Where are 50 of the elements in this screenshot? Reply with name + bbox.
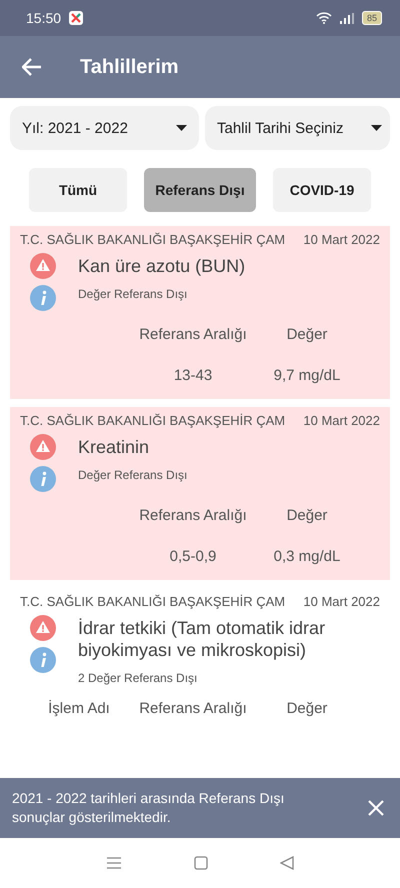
result-date: 10 Mart 2022 [303, 594, 380, 609]
filter-tab[interactable]: COVID-19 [273, 168, 371, 212]
warning-icon [30, 253, 56, 279]
info-icon[interactable] [30, 466, 56, 492]
screen-title: Tahlillerim [80, 56, 179, 78]
result-date: 10 Mart 2022 [303, 413, 380, 428]
back-arrow-icon[interactable] [22, 58, 42, 76]
clock: 15:50 [26, 10, 62, 26]
result-date: 10 Mart 2022 [303, 232, 380, 247]
out-of-range-note: Değer Referans Dışı [78, 287, 188, 301]
institution-name: T.C. SAĞLIK BAKANLIĞI BAŞAKŞEHİR ÇAM [20, 594, 286, 609]
column-header: Referans Aralığı [138, 325, 248, 344]
institution-name: T.C. SAĞLIK BAKANLIĞI BAŞAKŞEHİR ÇAM [20, 413, 286, 428]
test-name: İdrar tetkiki (Tam otomatik idrar biyokimyası ve mikroskopisi) [78, 617, 326, 661]
info-icon[interactable] [30, 647, 56, 673]
dropdown[interactable]: Tahlil Tarihi Seçiniz [205, 106, 390, 150]
caret-icon [371, 125, 382, 131]
close-icon[interactable] [368, 800, 384, 816]
column-header: Referans Aralığı [138, 506, 248, 525]
out-of-range-note: 2 Değer Referans Dışı [78, 671, 198, 685]
column-header: Referans Aralığı [138, 699, 248, 718]
filter-tab[interactable]: Tümü [29, 168, 127, 212]
column-header: İşlem Adı [47, 699, 111, 718]
dropdown[interactable]: Yıl: 2021 - 2022 [10, 106, 199, 150]
warning-icon [30, 434, 56, 460]
result-value: 9,7 mg/dL [272, 366, 342, 385]
column-header: Değer [286, 325, 328, 344]
column-header: Değer [286, 506, 328, 525]
result-value: 0,3 mg/dL [272, 547, 342, 566]
test-name: Kan üre azotu (BUN) [78, 255, 246, 277]
out-of-range-note: Değer Referans Dışı [78, 468, 188, 482]
battery-level: 85 [362, 11, 382, 25]
result-card[interactable]: T.C. SAĞLIK BAKANLIĞI BAŞAKŞEHİR ÇAM 10 Mart 2022 Kreatinin Değer Referans Dışı Referans Aralığı Değer 0,5-0,9 0,3 mg/dL [10, 407, 390, 580]
app-icon [69, 11, 84, 25]
reference-range: 13-43 [172, 366, 214, 385]
menu-icon[interactable] [106, 856, 122, 870]
reference-range: 0,5-0,9 [168, 547, 218, 566]
institution-name: T.C. SAĞLIK BAKANLIĞI BAŞAKŞEHİR ÇAM [20, 232, 286, 247]
result-card[interactable]: T.C. SAĞLIK BAKANLIĞI BAŞAKŞEHİR ÇAM 10 Mart 2022 Kan üre azotu (BUN) Değer Referans Dışı Referans Aralığı Değer 13-43 9,7 mg/dL [10, 226, 390, 399]
test-name: Kreatinin [78, 436, 150, 458]
caret-icon [176, 125, 187, 131]
column-header: Değer [286, 699, 328, 718]
info-icon[interactable] [30, 285, 56, 311]
wifi-icon [316, 12, 332, 24]
back-icon[interactable] [280, 856, 294, 870]
snackbar-message: 2021 - 2022 tarihleri arasında Referans Dışı sonuçlar gösterilmektedir. [12, 789, 286, 827]
home-icon[interactable] [194, 856, 208, 870]
warning-icon [30, 615, 56, 641]
signal-icon [340, 12, 354, 24]
filter-tab[interactable]: Referans Dışı [144, 168, 256, 212]
